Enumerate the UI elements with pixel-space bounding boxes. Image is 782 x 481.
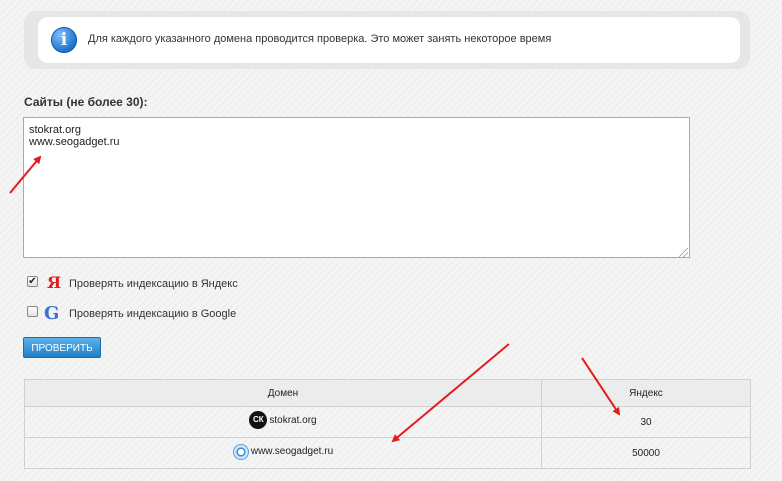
table-row: www.seogadget.ru 50000	[24, 437, 751, 469]
domain-text: stokrat.org	[269, 414, 317, 426]
sites-textarea[interactable]	[23, 117, 690, 258]
google-option-label: Проверять индексацию в Google	[69, 308, 237, 320]
info-icon: i	[51, 27, 77, 53]
stokrat-favicon-icon: СК	[249, 411, 268, 429]
domain-cell: www.seogadget.ru	[24, 437, 542, 469]
yandex-option-label: Проверять индексацию в Яндекс	[69, 278, 238, 290]
column-header-yandex: Яндекс	[541, 379, 751, 407]
info-box: i Для каждого указанного домена проводит…	[38, 17, 740, 63]
seogadget-favicon-icon	[232, 443, 249, 460]
google-logo-icon: G	[44, 303, 60, 324]
yandex-count-cell: 50000	[541, 437, 751, 469]
yandex-count-cell: 30	[541, 406, 751, 438]
table-row: СК stokrat.org 30	[24, 406, 751, 438]
results-table: Домен Яндекс СК stokrat.org 30 www.seoga…	[24, 379, 751, 469]
column-header-domain: Домен	[24, 379, 542, 407]
yandex-checkbox[interactable]: ✔	[27, 276, 38, 287]
yandex-logo-icon: Я	[47, 273, 62, 292]
domain-text: www.seogadget.ru	[250, 446, 334, 457]
info-panel: i Для каждого указанного домена проводит…	[24, 11, 750, 69]
check-button[interactable]: Проверить	[23, 337, 101, 358]
sites-label: Сайты (не более 30):	[24, 95, 148, 109]
table-header-row: Домен Яндекс	[24, 379, 751, 407]
domain-cell: СК stokrat.org	[24, 406, 542, 438]
google-checkbox[interactable]	[27, 306, 38, 317]
info-message: Для каждого указанного домена проводится…	[88, 33, 552, 45]
resize-grip-icon[interactable]	[679, 248, 688, 257]
